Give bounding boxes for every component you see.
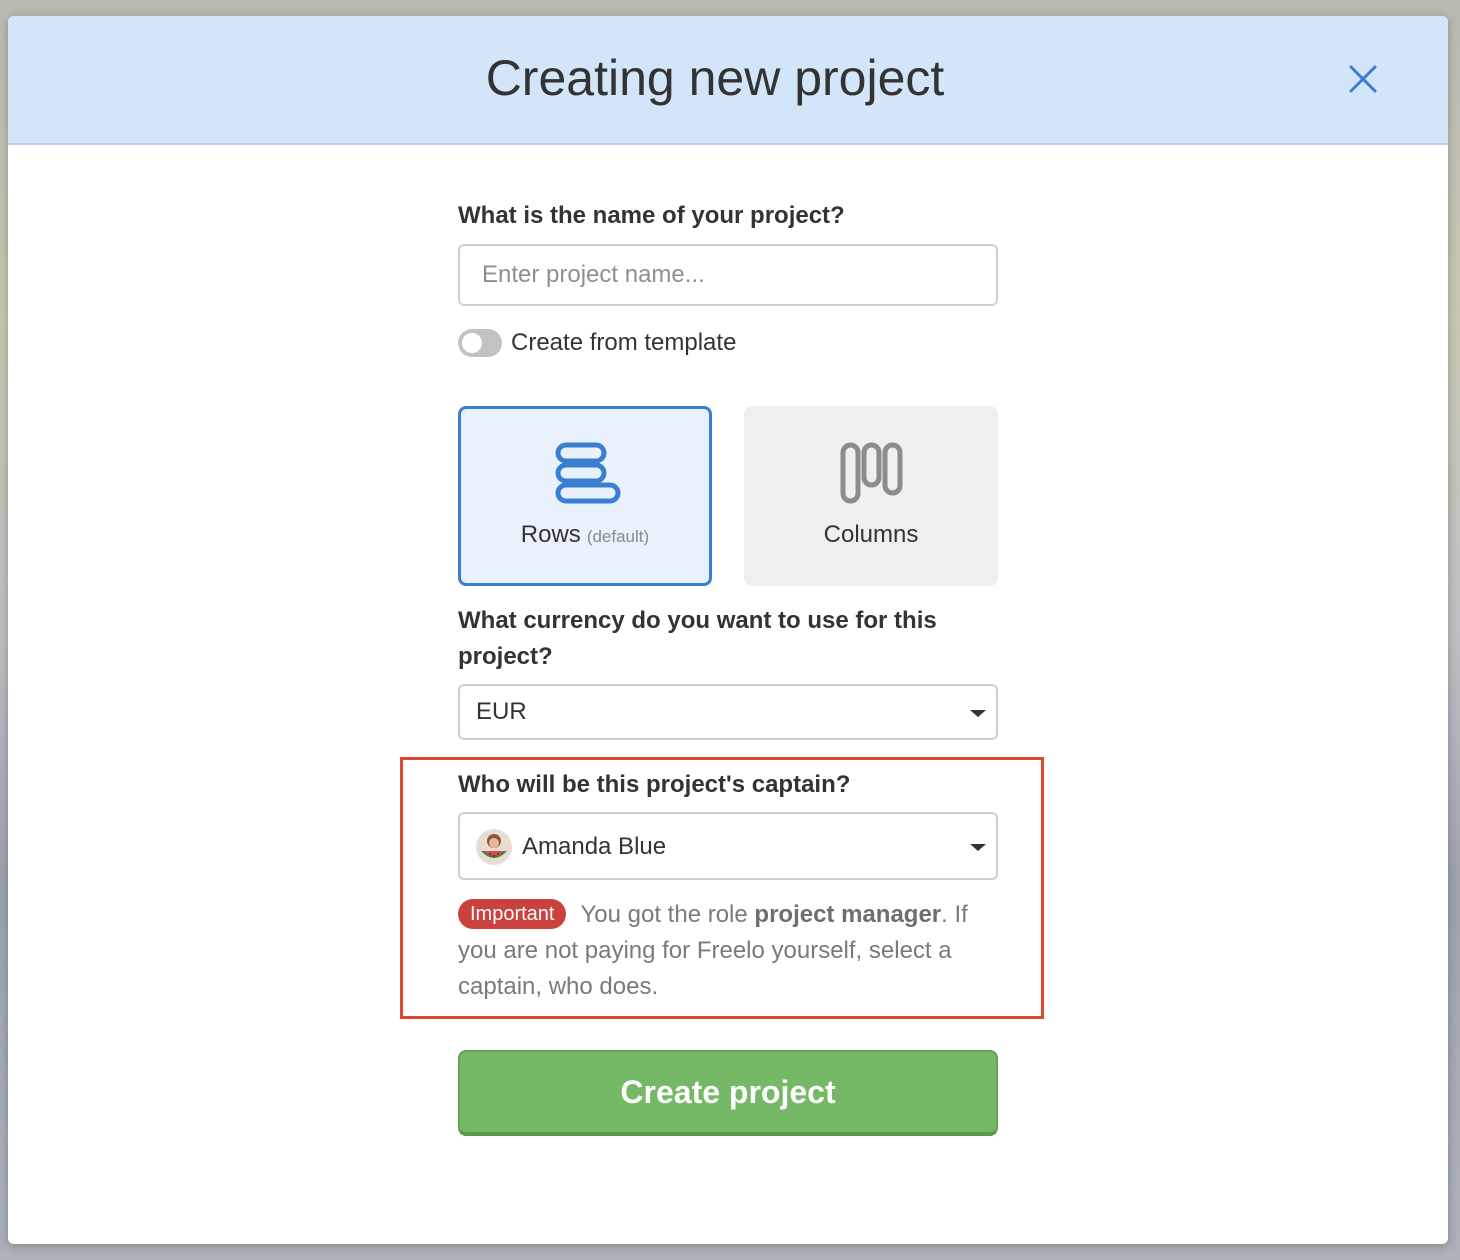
chevron-down-icon (970, 844, 986, 851)
project-name-input[interactable] (458, 244, 998, 306)
chevron-down-icon (970, 710, 986, 717)
currency-label: What currency do you want to use for thi… (458, 607, 937, 670)
close-icon (1349, 65, 1377, 93)
view-option-rows[interactable]: Rows (default) (458, 406, 712, 586)
rows-label-text: Rows (520, 521, 581, 548)
captain-notice: Important You got the role project manage… (458, 897, 998, 1005)
toggle-knob (462, 333, 482, 353)
create-project-dialog: Creating new project What is the name of… (8, 16, 1448, 1244)
important-badge: Important (458, 899, 567, 929)
close-button[interactable] (1344, 60, 1382, 98)
captain-value: Amanda Blue (522, 833, 667, 860)
rows-label: Rows (default) (461, 517, 709, 555)
columns-label: Columns (823, 521, 919, 548)
view-option-columns[interactable]: Columns (744, 406, 998, 586)
template-toggle[interactable] (458, 329, 502, 357)
dialog-title: Creating new project (485, 50, 945, 106)
user-avatar (476, 829, 512, 865)
rows-default-sublabel: (default) (586, 527, 650, 546)
captain-label: Who will be this project's captain? (458, 771, 851, 798)
project-name-label: What is the name of your project? (458, 202, 845, 229)
captain-select[interactable]: Amanda Blue (458, 812, 998, 880)
rows-icon (555, 442, 621, 504)
notice-role: project manager (754, 901, 942, 928)
columns-icon (840, 442, 903, 504)
notice-text-before: You got the role (580, 901, 755, 928)
currency-select[interactable]: EUR (458, 684, 998, 740)
template-toggle-label: Create from template (511, 329, 737, 356)
currency-value: EUR (476, 698, 527, 725)
dialog-header: Creating new project (8, 16, 1448, 145)
create-project-button[interactable]: Create project (458, 1050, 998, 1136)
